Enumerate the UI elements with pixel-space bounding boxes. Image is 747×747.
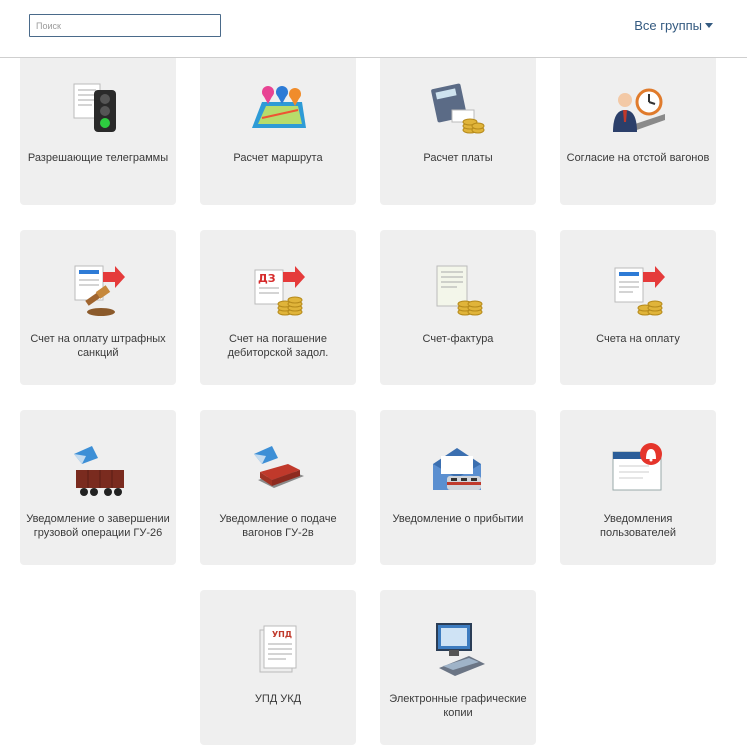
invoice-arrow-coins-icon (614, 266, 665, 316)
search-input[interactable] (29, 14, 221, 37)
upd-document-icon: УПД (259, 625, 297, 673)
tile-label: Расчет платы (423, 152, 493, 164)
tile-label: Счет на оплату штрафных санкций (30, 333, 166, 359)
groups-dropdown-label: Все группы (634, 17, 702, 33)
tile-label: Уведомление о подаче вагонов ГУ-2в (219, 513, 337, 539)
scanner-monitor-icon (436, 623, 485, 676)
traffic-light-document-icon (73, 83, 116, 132)
tile-arrival-notice[interactable]: Уведомление о прибытии (380, 410, 536, 565)
tile-label: Согласие на отстой вагонов (566, 152, 710, 164)
tile-penalty-invoice[interactable]: Счет на оплату штрафных санкций (20, 230, 176, 385)
tile-wagon-idle-consent[interactable]: Согласие на отстой вагонов (560, 50, 716, 205)
chevron-down-icon (705, 23, 713, 28)
tile-upd-ukd[interactable]: УПД УПД УКД (200, 590, 356, 745)
tile-label: Уведомление о завершении грузовой операц… (26, 513, 170, 539)
tile-label: Счет-фактура (422, 333, 494, 345)
tile-tax-invoice[interactable]: Счет-фактура (380, 230, 536, 385)
railcar-notice-icon (254, 446, 304, 488)
tile-wagon-delivery-notice[interactable]: Уведомление о подаче вагонов ГУ-2в (200, 410, 356, 565)
tile-label: Разрешающие телеграммы (27, 152, 169, 164)
upd-badge: УПД (272, 630, 292, 639)
tile-receivables-invoice[interactable]: ДЗ Счет на погашение дебиторской задол. (200, 230, 356, 385)
freight-wagon-notice-icon (74, 446, 124, 496)
envelope-train-icon (433, 448, 481, 490)
tile-payment-invoices[interactable]: Счета на оплату (560, 230, 716, 385)
calculator-coins-icon (431, 83, 485, 134)
invoice-dz-coins-icon: ДЗ (254, 266, 305, 316)
top-bar: Все группы (0, 0, 747, 58)
tile-permit-telegrams[interactable]: Разрешающие телеграммы (20, 50, 176, 205)
window-bell-icon (612, 443, 662, 491)
tile-cargo-operation-notice[interactable]: Уведомление о завершении грузовой операц… (20, 410, 176, 565)
invoice-coins-icon (436, 265, 483, 316)
tile-label: Счет на погашение дебиторской задол. (227, 333, 329, 359)
groups-dropdown[interactable]: Все группы (634, 16, 713, 34)
tile-fee-calculation[interactable]: Расчет платы (380, 50, 536, 205)
route-map-icon (252, 86, 306, 128)
tile-route-calculation[interactable]: Расчет маршрута (200, 50, 356, 205)
tile-label: Электронные графические копии (389, 693, 527, 719)
tile-electronic-copies[interactable]: Электронные графические копии (380, 590, 536, 745)
manager-clock-icon (613, 88, 665, 132)
svg-text:ДЗ: ДЗ (258, 272, 276, 285)
invoice-gavel-icon (74, 265, 125, 316)
tile-user-notifications[interactable]: Уведомления пользователей (560, 410, 716, 565)
tile-label: Расчет маршрута (233, 152, 323, 164)
tile-label: Уведомления пользователей (600, 513, 676, 539)
tile-label: УПД УКД (254, 693, 302, 705)
tile-label: Уведомление о прибытии (392, 513, 524, 525)
tile-label: Счета на оплату (596, 333, 680, 345)
